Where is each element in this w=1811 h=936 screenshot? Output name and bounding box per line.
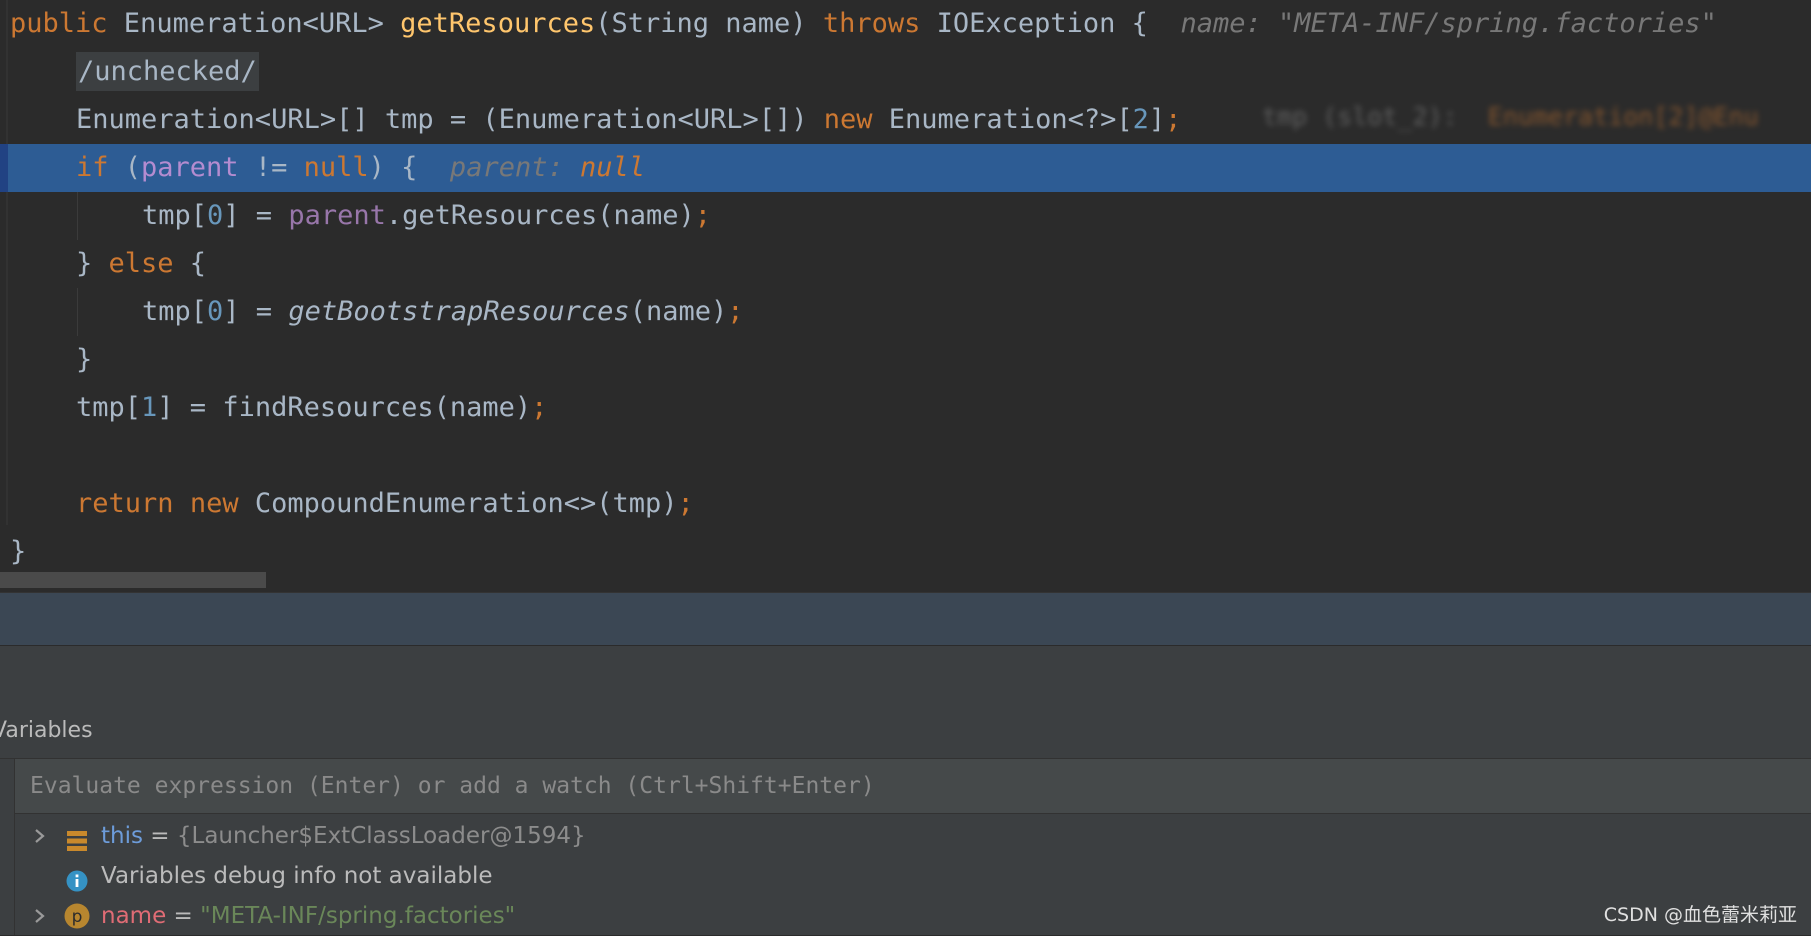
chevron-right-icon[interactable] — [31, 896, 51, 936]
execution-point-marker — [0, 144, 8, 192]
code-text: /unchecked/ — [76, 48, 259, 96]
inline-debug-hint: parent: — [417, 152, 580, 183]
code-text: tmp[1] = findResources(name); — [76, 392, 548, 423]
indent-guide — [76, 192, 78, 240]
code-line[interactable]: } else { — [0, 240, 1811, 288]
code-text: } — [76, 344, 93, 375]
svg-text:p: p — [72, 907, 83, 927]
inline-debug-hint-value: null — [579, 152, 646, 183]
chevron-right-icon[interactable] — [31, 816, 51, 856]
variable-row-this[interactable]: this = {Launcher$ExtClassLoader@1594} — [15, 816, 1811, 856]
variables-left-strip — [0, 759, 15, 935]
indent-guide — [76, 288, 78, 336]
horizontal-scrollbar[interactable] — [0, 572, 266, 588]
code-line[interactable]: tmp[0] = getBootstrapResources(name); — [0, 288, 1811, 336]
code-text: if (parent != null) { parent: null — [76, 152, 646, 183]
code-text: } else { — [76, 248, 207, 279]
code-line[interactable]: /unchecked/ — [0, 48, 1811, 96]
code-line[interactable]: return new CompoundEnumeration<>(tmp); — [0, 480, 1811, 528]
variables-panel: this = {Launcher$ExtClassLoader@1594} Va… — [0, 759, 1811, 935]
code-text: public Enumeration<URL> getResources(Str… — [10, 8, 1717, 39]
variable-row-name[interactable]: p name = "META-INF/spring.factories" — [15, 896, 1811, 936]
code-text: } — [10, 536, 27, 567]
inline-hint-blurred: tmp (slot_2): Enumeration[2]@Enu — [1262, 102, 1759, 131]
code-text: Enumeration<URL>[] tmp = (Enumeration<UR… — [76, 104, 1182, 135]
code-editor[interactable]: public Enumeration<URL> getResources(Str… — [0, 0, 1811, 590]
evaluate-expression-input[interactable] — [15, 759, 1811, 814]
debug-toolbar-strip — [0, 592, 1811, 646]
code-line[interactable]: } — [0, 528, 1811, 576]
variable-name: this — [101, 823, 143, 849]
variable-row-info: Variables debug info not available — [15, 856, 1811, 896]
code-line[interactable]: public Enumeration<URL> getResources(Str… — [0, 0, 1811, 48]
watermark: CSDN @血色蕾米莉亚 — [1603, 904, 1797, 926]
code-line-execution-point[interactable]: if (parent != null) { parent: null — [0, 144, 1811, 192]
variable-value: {Launcher$ExtClassLoader@1594} — [176, 823, 586, 849]
stack-frame-icon — [66, 825, 88, 851]
info-icon — [66, 865, 88, 892]
inline-debug-hint: name: "META-INF/spring.factories" — [1147, 8, 1717, 39]
folded-comment-unchecked[interactable]: /unchecked/ — [76, 52, 259, 91]
debug-info-message: Variables debug info not available — [101, 863, 493, 889]
code-line[interactable] — [0, 432, 1811, 480]
code-line[interactable]: tmp[1] = findResources(name); — [0, 384, 1811, 432]
variables-panel-title: Variables — [0, 718, 93, 743]
code-line[interactable]: tmp[0] = parent.getResources(name); — [0, 192, 1811, 240]
code-text: tmp[0] = getBootstrapResources(name); — [142, 296, 744, 327]
variable-value: "META-INF/spring.factories" — [200, 903, 516, 929]
variable-name: name — [101, 903, 167, 929]
code-line[interactable]: } — [0, 336, 1811, 384]
code-text: return new CompoundEnumeration<>(tmp); — [76, 488, 694, 519]
variables-panel-header: Variables — [0, 702, 1811, 759]
code-text: tmp[0] = parent.getResources(name); — [142, 200, 711, 231]
parameter-icon: p — [64, 903, 90, 929]
debug-frames-strip — [0, 645, 1811, 703]
